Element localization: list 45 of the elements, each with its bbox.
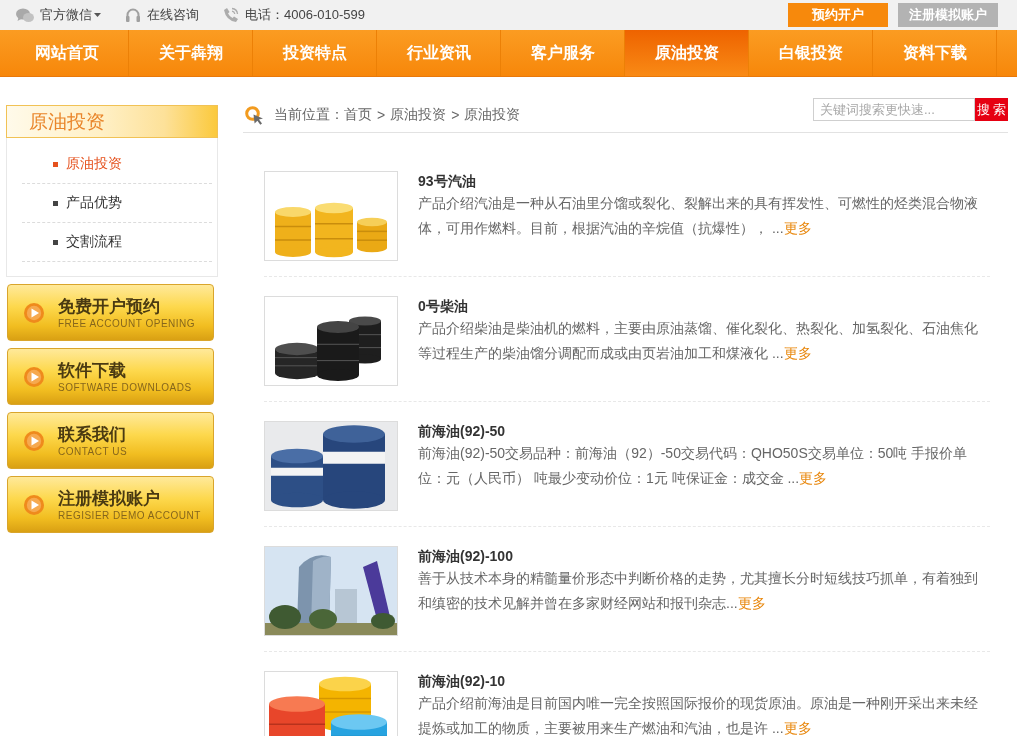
breadcrumb-separator: > bbox=[451, 107, 460, 123]
more-link[interactable]: 更多 bbox=[783, 720, 812, 736]
nav-tab[interactable]: 原油投资 bbox=[625, 30, 749, 76]
sidebar-item[interactable]: 交割流程 bbox=[22, 223, 212, 262]
search-field[interactable]: 关键词搜索更快速... bbox=[813, 98, 975, 121]
promo-button[interactable]: 联系我们 CONTACT US bbox=[7, 412, 214, 469]
article-description: 产品介绍柴油是柴油机的燃料，主要由原油蒸馏、催化裂化、热裂化、加氢裂化、石油焦化等过程生产的柴油馏分调配而成或由页岩油加工和煤液化 ...更多 bbox=[418, 319, 979, 363]
promo-button[interactable]: 注册模拟账户 REGISIER DEMO ACCOUNT bbox=[7, 476, 214, 533]
play-icon bbox=[24, 494, 44, 515]
more-link[interactable]: 更多 bbox=[783, 220, 812, 236]
open-account-button[interactable]: 预约开户 bbox=[788, 3, 888, 27]
promo-button[interactable]: 免费开户预约 FREE ACCOUNT OPENING bbox=[7, 284, 214, 341]
chat-bubbles-icon bbox=[16, 7, 34, 23]
play-icon bbox=[24, 302, 44, 323]
article-title[interactable]: 93号汽油 bbox=[418, 171, 990, 191]
phone-number: 电话：4006-010-599 bbox=[245, 7, 365, 23]
sidebar-heading: 原油投资 bbox=[6, 105, 218, 138]
top-bar-link[interactable]: 在线咨询 bbox=[147, 7, 199, 23]
search-button[interactable]: 搜 索 bbox=[975, 98, 1008, 121]
article-title[interactable]: 前海油(92)-100 bbox=[418, 546, 990, 566]
caret-icon[interactable] bbox=[94, 13, 101, 17]
breadcrumb-link[interactable]: 首页 bbox=[344, 106, 372, 124]
promo-button[interactable]: 软件下载 SOFTWARE DOWNLOADS bbox=[7, 348, 214, 405]
article-description: 产品介绍前海油是目前国内唯一完全按照国际报价的现货原油。原油是一种刚开采出来未经提炼或加工的物质，主要被用来生产燃油和汽油，也是许 ...更多 bbox=[418, 694, 979, 736]
play-icon bbox=[24, 430, 44, 451]
sidebar-item[interactable]: 原油投资 bbox=[22, 145, 212, 184]
breadcrumb-separator: > bbox=[377, 107, 386, 123]
phone-icon bbox=[223, 7, 239, 23]
headset-icon bbox=[125, 7, 141, 23]
article-title[interactable]: 0号柴油 bbox=[418, 296, 990, 316]
play-icon bbox=[24, 366, 44, 387]
article-title[interactable]: 前海油(92)-10 bbox=[418, 671, 990, 691]
article-description: 前海油(92)-50交易品种：前海油（92）-50交易代码：QHO50S交易单位：50吨 手报价单位：元（人民币） 吨最少变动价位：1元 吨保证金：成交金 ...更多 bbox=[418, 444, 969, 488]
article-description: 善于从技术本身的精髓量价形态中判断价格的走势，尤其擅长分时短线技巧抓单，有着独到和缜密的技术见解并曾在多家财经网站和报刊杂志...更多 bbox=[418, 569, 979, 613]
sidebar-item[interactable]: 产品优势 bbox=[22, 184, 212, 223]
breadcrumb-link[interactable]: 原油投资 bbox=[390, 106, 447, 124]
pointer-icon bbox=[245, 105, 264, 125]
article-description: 产品介绍汽油是一种从石油里分馏或裂化、裂解出来的具有挥发性、可燃性的烃类混合物液体，可用作燃料。目前，根据汽油的辛烷值（抗爆性）， ...更多 bbox=[418, 194, 979, 238]
more-link[interactable]: 更多 bbox=[799, 470, 828, 486]
breadcrumb-link[interactable]: 原油投资 bbox=[464, 106, 521, 124]
article-title[interactable]: 前海油(92)-50 bbox=[418, 421, 990, 441]
top-bar-link[interactable]: 官方微信 bbox=[40, 7, 92, 23]
breadcrumb-label: 当前位置： bbox=[274, 106, 344, 124]
more-link[interactable]: 更多 bbox=[737, 595, 766, 611]
more-link[interactable]: 更多 bbox=[783, 345, 812, 361]
